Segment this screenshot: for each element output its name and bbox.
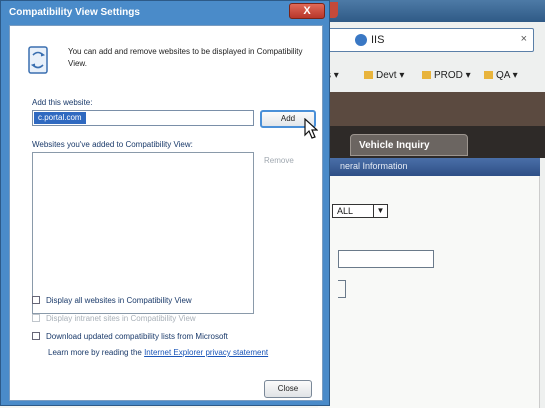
text-field-edge[interactable]: [338, 280, 346, 298]
dialog-title: Compatibility View Settings: [9, 7, 140, 18]
address-close-icon[interactable]: ×: [521, 33, 527, 45]
browser-window: IIS × s ▾ Devt ▾ PROD ▾ QA ▾ Vehicle Inq…: [318, 0, 545, 408]
checkbox-display-all[interactable]: Display all websites in Compatibility Vi…: [32, 296, 192, 305]
compatibility-view-icon: [28, 46, 48, 74]
ie-page-icon: [355, 34, 367, 46]
tab-vehicle-inquiry[interactable]: Vehicle Inquiry: [350, 134, 468, 156]
checkbox-label: Display all websites in Compatibility Vi…: [46, 296, 192, 305]
address-text: IIS: [371, 34, 385, 46]
dialog-close-x-button[interactable]: X: [289, 3, 325, 19]
add-website-label: Add this website:: [32, 98, 93, 107]
dialog-body: You can add and remove websites to be di…: [9, 25, 323, 401]
learn-more-prefix: Learn more by reading the: [48, 348, 142, 357]
compatibility-view-dialog: Compatibility View Settings X You can ad…: [0, 0, 330, 406]
chevron-down-icon[interactable]: ▼: [373, 205, 387, 217]
checkbox-box[interactable]: [32, 314, 40, 322]
close-button[interactable]: Close: [264, 380, 312, 398]
checkbox-box[interactable]: [32, 296, 40, 304]
add-website-value: c.portal.com: [34, 112, 86, 124]
page-content: ALL ▼: [318, 176, 540, 408]
checkbox-intranet-sites[interactable]: Display intranet sites in Compatibility …: [32, 314, 196, 323]
privacy-statement-link[interactable]: Internet Explorer privacy statement: [144, 348, 268, 357]
filter-select[interactable]: ALL ▼: [332, 204, 388, 218]
checkbox-label: Download updated compatibility lists fro…: [46, 332, 228, 341]
mouse-cursor-icon: [304, 118, 318, 139]
websites-list-label: Websites you've added to Compatibility V…: [32, 140, 193, 149]
dialog-description: You can add and remove websites to be di…: [68, 47, 303, 68]
checkbox-box[interactable]: [32, 332, 40, 340]
checkbox-download-lists[interactable]: Download updated compatibility lists fro…: [32, 332, 228, 341]
text-field[interactable]: [338, 250, 434, 268]
filter-select-value: ALL: [337, 206, 354, 216]
remove-button[interactable]: Remove: [264, 156, 294, 165]
add-website-input[interactable]: c.portal.com: [32, 110, 254, 126]
learn-more-text: Learn more by reading the Internet Explo…: [48, 348, 268, 357]
websites-list[interactable]: [32, 152, 254, 314]
favorite-folder-devt[interactable]: Devt ▾: [364, 70, 404, 81]
section-header: neral Information: [318, 158, 540, 176]
favorite-folder-prod[interactable]: PROD ▾: [422, 70, 471, 81]
favorite-folder-qa[interactable]: QA ▾: [484, 70, 518, 81]
favorites-bar: s ▾ Devt ▾ PROD ▾ QA ▾: [318, 66, 545, 86]
browser-title-bar: [318, 0, 545, 22]
page-banner: [318, 92, 545, 126]
checkbox-label: Display intranet sites in Compatibility …: [46, 314, 196, 323]
address-bar[interactable]: IIS ×: [324, 28, 534, 52]
